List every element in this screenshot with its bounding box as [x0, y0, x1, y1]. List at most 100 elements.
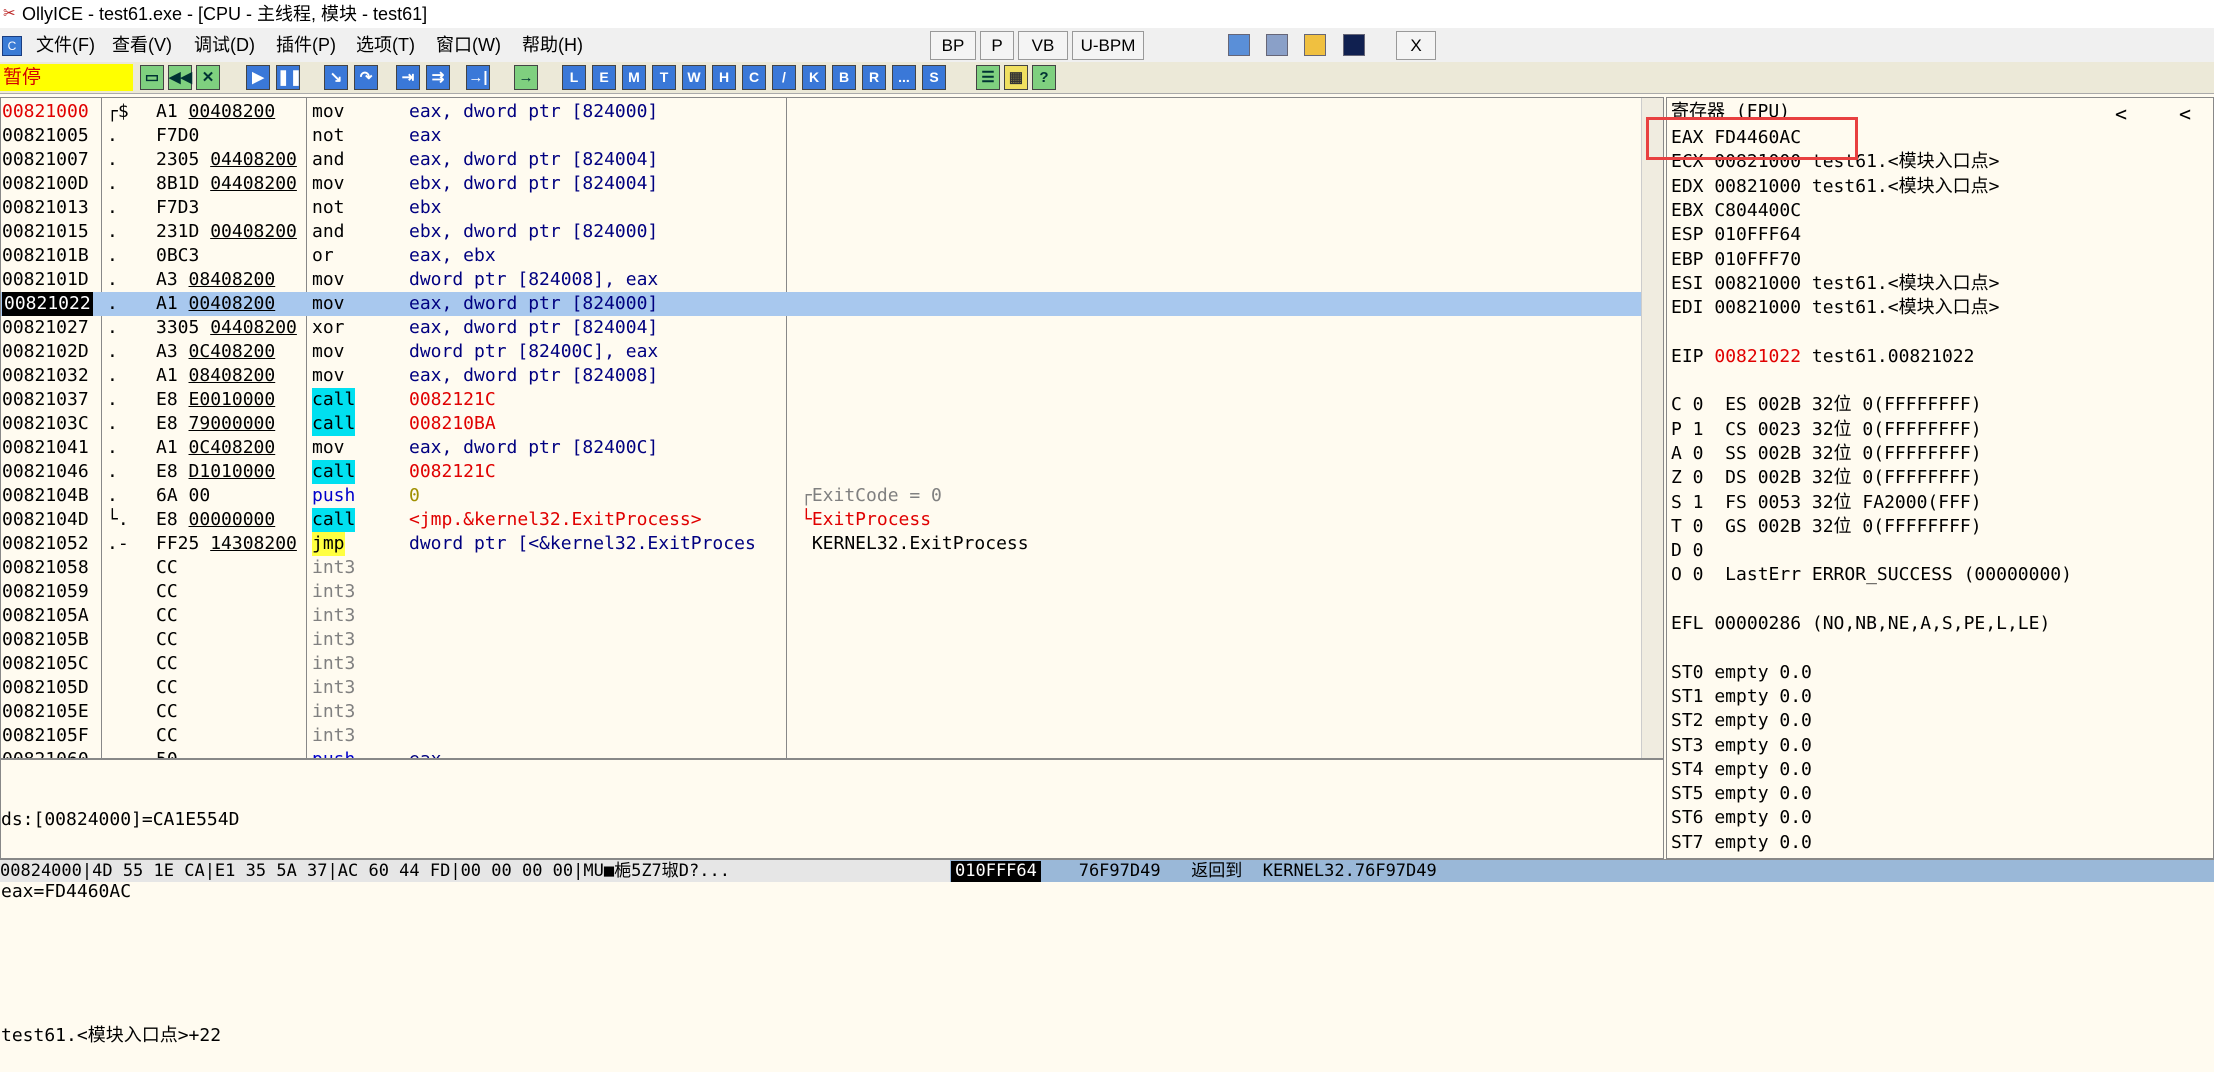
- close-button[interactable]: X: [1396, 31, 1436, 60]
- view-more-button[interactable]: ...: [892, 65, 916, 90]
- register-line[interactable]: ST0 empty 0.0: [1671, 661, 1812, 685]
- register-line[interactable]: ST2 empty 0.0: [1671, 709, 1812, 733]
- register-line[interactable]: ST4 empty 0.0: [1671, 758, 1812, 782]
- disasm-row[interactable]: 00821060 50 push eax: [1, 748, 1641, 758]
- disasm-row[interactable]: 00821046. E8 D1010000 call 0082121C: [1, 460, 1641, 484]
- trace-into-icon[interactable]: ⇥: [396, 65, 420, 90]
- view-k-button[interactable]: K: [802, 65, 826, 90]
- register-line[interactable]: EIP 00821022 test61.00821022: [1671, 345, 1974, 369]
- menu-help[interactable]: 帮助(H): [522, 28, 583, 62]
- stack-bar[interactable]: 010FFF64 76F97D49 返回到 KERNEL32.76F97D49: [950, 859, 2214, 882]
- register-line[interactable]: P 1 CS 0023 32位 0(FFFFFFFF): [1671, 418, 1982, 442]
- register-line[interactable]: ST1 empty 0.0: [1671, 685, 1812, 709]
- view-c-button[interactable]: C: [742, 65, 766, 90]
- view-e-button[interactable]: E: [592, 65, 616, 90]
- disasm-row[interactable]: 0082105A CC int3: [1, 604, 1641, 628]
- pause-icon[interactable]: ❚❚: [276, 65, 302, 90]
- register-line[interactable]: A 0 SS 002B 32位 0(FFFFFFFF): [1671, 442, 1982, 466]
- disasm-row[interactable]: 00821027. 3305 04408200 xor eax, dword ptr …: [1, 316, 1641, 340]
- register-line[interactable]: EDX 00821000 test61.<模块入口点>: [1671, 175, 1999, 199]
- memory-dump-bar[interactable]: 00824000|4D 55 1E CA|E1 35 5A 37|AC 60 4…: [0, 859, 950, 882]
- register-line[interactable]: T 0 GS 002B 32位 0(FFFFFFFF): [1671, 515, 1982, 539]
- disasm-row[interactable]: 00821000 ┌$ A1 00408200 mov eax, dword ptr […: [1, 100, 1641, 124]
- disasm-row[interactable]: 00821052 .- FF25 14308200 jmp dword ptr [<&k…: [1, 532, 1641, 556]
- step-over-icon[interactable]: ↷: [354, 65, 378, 90]
- disasm-row[interactable]: 00821005. F7D0 not eax: [1, 124, 1641, 148]
- disasm-row[interactable]: 00821041. A1 0C408200 mov eax, dword ptr [8…: [1, 436, 1641, 460]
- view-w-button[interactable]: W: [682, 65, 706, 90]
- disassembly-scrollbar[interactable]: [1641, 98, 1663, 758]
- disasm-row[interactable]: 0082100D. 8B1D 04408200 mov ebx, dword ptr …: [1, 172, 1641, 196]
- disasm-row[interactable]: 00821037. E8 E0010000 call 0082121C: [1, 388, 1641, 412]
- vb-button[interactable]: VB: [1018, 31, 1068, 60]
- view-l-button[interactable]: L: [562, 65, 586, 90]
- register-line[interactable]: O 0 LastErr ERROR_SUCCESS (00000000): [1671, 563, 2072, 587]
- disasm-row[interactable]: 0082105E CC int3: [1, 700, 1641, 724]
- restart-icon[interactable]: ◀◀: [168, 65, 192, 90]
- help-icon[interactable]: ?: [1032, 65, 1056, 90]
- next-view-icon[interactable]: <: [2179, 102, 2191, 126]
- console-icon[interactable]: [1343, 34, 1365, 56]
- disasm-row[interactable]: 0082105F CC int3: [1, 724, 1641, 748]
- list-icon[interactable]: ☰: [976, 65, 1000, 90]
- disasm-row[interactable]: 00821058 CC int3: [1, 556, 1641, 580]
- view-patches-button[interactable]: /: [772, 65, 796, 90]
- register-line[interactable]: ST3 empty 0.0: [1671, 734, 1812, 758]
- disasm-row[interactable]: 0082103C. E8 79000000 call 008210BA: [1, 412, 1641, 436]
- view-h-button[interactable]: H: [712, 65, 736, 90]
- menu-debug[interactable]: 调试(D): [194, 28, 255, 62]
- disasm-row[interactable]: 00821013. F7D3 not ebx: [1, 196, 1641, 220]
- memory-map-icon[interactable]: [1266, 34, 1288, 56]
- disasm-row[interactable]: 00821022. A1 00408200 mov eax, dword ptr [8…: [1, 292, 1641, 316]
- register-line[interactable]: D 0: [1671, 539, 1704, 563]
- menu-file[interactable]: 文件(F): [36, 28, 95, 62]
- u-bpm-button[interactable]: U-BPM: [1072, 31, 1144, 60]
- disasm-row[interactable]: 0082104D └. E8 00000000 call <jmp.&kernel32.…: [1, 508, 1641, 532]
- register-line[interactable]: EBP 010FFF70: [1671, 248, 1801, 272]
- go-to-icon[interactable]: →: [514, 65, 538, 90]
- bp-button[interactable]: BP: [930, 31, 976, 60]
- menu-window[interactable]: 窗口(W): [436, 28, 501, 62]
- menu-options[interactable]: 选项(T): [356, 28, 415, 62]
- disasm-row[interactable]: 0082105B CC int3: [1, 628, 1641, 652]
- register-line[interactable]: EDI 00821000 test61.<模块入口点>: [1671, 296, 1999, 320]
- view-m-button[interactable]: M: [622, 65, 646, 90]
- disasm-row[interactable]: 0082105D CC int3: [1, 676, 1641, 700]
- menu-plugins[interactable]: 插件(P): [276, 28, 336, 62]
- register-line[interactable]: ST6 empty 0.0: [1671, 806, 1812, 830]
- view-r-button[interactable]: R: [862, 65, 886, 90]
- trace-over-icon[interactable]: ⇉: [426, 65, 450, 90]
- registers-pane[interactable]: 寄存器 (FPU) < < EAX FD4460AC ECX 00821000 t…: [1666, 97, 2214, 859]
- register-line[interactable]: ESI 00821000 test61.<模块入口点>: [1671, 272, 1999, 296]
- register-line[interactable]: C 0 ES 002B 32位 0(FFFFFFFF): [1671, 393, 1982, 417]
- disasm-row[interactable]: 00821015. 231D 00408200 and ebx, dword ptr …: [1, 220, 1641, 244]
- close-program-icon[interactable]: ✕: [196, 65, 220, 90]
- register-line[interactable]: ESP 010FFF64: [1671, 223, 1801, 247]
- options-icon[interactable]: ▦: [1004, 65, 1028, 90]
- view-t-button[interactable]: T: [652, 65, 676, 90]
- execute-till-return-icon[interactable]: →|: [466, 65, 490, 90]
- disasm-row[interactable]: 00821007. 2305 04408200 and eax, dword ptr …: [1, 148, 1641, 172]
- prev-view-icon[interactable]: <: [2115, 102, 2127, 126]
- step-into-icon[interactable]: ↘: [324, 65, 348, 90]
- register-line[interactable]: Z 0 DS 002B 32位 0(FFFFFFFF): [1671, 466, 1982, 490]
- register-line[interactable]: S 1 FS 0053 32位 FA2000(FFF): [1671, 491, 1982, 515]
- disasm-row[interactable]: 0082101B. 0BC3 or eax, ebx: [1, 244, 1641, 268]
- view-b-button[interactable]: B: [832, 65, 856, 90]
- disasm-row[interactable]: 00821059 CC int3: [1, 580, 1641, 604]
- register-line[interactable]: ST5 empty 0.0: [1671, 782, 1812, 806]
- disassembly-pane[interactable]: 00821000 ┌$ A1 00408200 mov eax, dword ptr […: [0, 97, 1664, 759]
- disasm-row[interactable]: 00821032. A1 08408200 mov eax, dword ptr [8…: [1, 364, 1641, 388]
- p-button[interactable]: P: [980, 31, 1014, 60]
- register-line[interactable]: ST7 empty 0.0: [1671, 831, 1812, 855]
- disasm-row[interactable]: 0082102D. A3 0C408200 mov dword ptr [82400C…: [1, 340, 1641, 364]
- disasm-row[interactable]: 0082104B. 6A 00 push 0 ┌ExitCode = 0: [1, 484, 1641, 508]
- view-s-button[interactable]: S: [922, 65, 946, 90]
- open-folder-icon[interactable]: [1304, 34, 1326, 56]
- run-icon[interactable]: ▶: [246, 65, 270, 90]
- register-line[interactable]: EFL 00000286 (NO,NB,NE,A,S,PE,L,LE): [1671, 612, 2050, 636]
- disasm-row[interactable]: 0082105C CC int3: [1, 652, 1641, 676]
- open-icon[interactable]: ▭: [140, 65, 164, 90]
- log-window-icon[interactable]: [1228, 34, 1250, 56]
- disasm-row[interactable]: 0082101D. A3 08408200 mov dword ptr [824008…: [1, 268, 1641, 292]
